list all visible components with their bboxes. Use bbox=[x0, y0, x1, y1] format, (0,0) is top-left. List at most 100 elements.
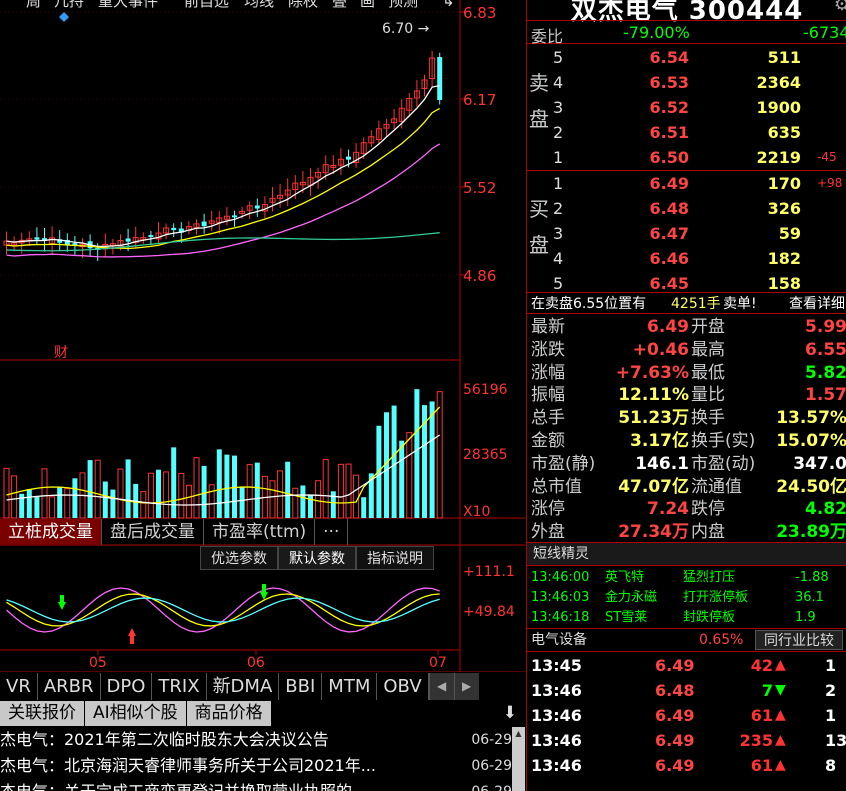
quote-value: 24.50亿 bbox=[776, 476, 846, 497]
arrow-down-icon: ▼ bbox=[775, 682, 786, 698]
quote-label: 开盘 bbox=[691, 317, 725, 337]
order-book-row[interactable]: 4 6.46 182 bbox=[527, 246, 846, 271]
book-level: 2 bbox=[553, 123, 564, 142]
quote-value: 23.89万 bbox=[776, 522, 846, 543]
book-price: 6.52 bbox=[649, 98, 689, 117]
short-line-value: -1.88 bbox=[795, 570, 829, 585]
short-line-item[interactable]: 13:46:18 ST雪莱 封跌停板 1.9 bbox=[527, 608, 846, 628]
order-book-row[interactable]: 2 6.51 635 bbox=[527, 120, 846, 145]
download-icon[interactable]: ⬇ bbox=[495, 701, 525, 726]
tab-vr[interactable]: VR bbox=[0, 673, 38, 700]
book-price: 6.49 bbox=[649, 174, 689, 193]
news-list: 杰电气：2021年第二次临时股东大会决议公告 06-29 杰电气：北京海润天睿律… bbox=[0, 727, 512, 791]
tab-arbr[interactable]: ARBR bbox=[38, 673, 101, 700]
volume-bar bbox=[193, 457, 200, 519]
tab-dpo[interactable]: DPO bbox=[101, 673, 153, 700]
indicator-help-button[interactable]: 指标说明 bbox=[356, 546, 434, 570]
order-book-row[interactable]: 3 6.47 59 bbox=[527, 221, 846, 246]
volume-bar bbox=[41, 468, 48, 519]
quote-value: 15.07% bbox=[776, 430, 846, 451]
tick-price: 6.49 bbox=[655, 731, 695, 750]
quote-label: 市盈(静) bbox=[531, 453, 596, 474]
tab-trix[interactable]: TRIX bbox=[152, 673, 207, 700]
quote-value: 5.82 bbox=[805, 362, 846, 383]
list-item[interactable]: 杰电气：2021年第二次临时股东大会决议公告 06-29 bbox=[0, 727, 512, 753]
alert-amount: 4251手 bbox=[671, 296, 721, 312]
industry-compare-button[interactable]: 同行业比较 bbox=[755, 630, 843, 650]
gear-icon[interactable]: ⚙ bbox=[834, 0, 846, 15]
tab-after-hours-volume[interactable]: 盘后成交量 bbox=[102, 519, 204, 545]
list-item[interactable]: 杰电气：北京海润天睿律师事务所关于公司2021年... 06-29 bbox=[0, 753, 512, 779]
volume-bar bbox=[436, 391, 443, 519]
tab-new-dma[interactable]: 新DMA bbox=[207, 673, 280, 700]
weibi-row: 委比 -79.00% -6734 bbox=[527, 20, 846, 46]
volume-bar bbox=[429, 401, 435, 518]
tab-bbi[interactable]: BBI bbox=[279, 673, 323, 700]
tab-lizhuang-volume[interactable]: 立桩成交量 bbox=[0, 519, 102, 545]
book-volume: 1900 bbox=[756, 98, 801, 117]
order-book-row[interactable]: 5 6.54 511 bbox=[527, 45, 846, 70]
order-book-row[interactable]: 4 6.53 2364 bbox=[527, 70, 846, 95]
news-scrollbar[interactable]: ▲ bbox=[512, 727, 525, 791]
candle-body bbox=[437, 56, 443, 100]
short-line-item[interactable]: 13:46:00 英飞特 猛烈打压 -1.88 bbox=[527, 568, 846, 588]
candle-body bbox=[201, 221, 207, 227]
scroll-up-icon[interactable]: ▲ bbox=[514, 729, 523, 739]
candle-body bbox=[232, 215, 237, 218]
short-line-time: 13:46:18 bbox=[531, 610, 590, 625]
arrow-up-icon: ▲ bbox=[775, 657, 786, 673]
quote-label: 市盈(动) bbox=[691, 453, 756, 474]
volume-bar bbox=[330, 491, 336, 518]
short-line-header[interactable]: 短线精灵 bbox=[527, 542, 846, 566]
quote-label: 振幅 bbox=[531, 385, 565, 406]
chart-area[interactable]: 6.83 6.17 5.52 4.86 56196 28365 X10 +111.1 +49.8… bbox=[0, 0, 525, 673]
finance-marker: 财 bbox=[54, 345, 68, 361]
toolbar-item: 几持 bbox=[54, 0, 84, 10]
big-order-alert[interactable]: 在卖盘6.55位置有 4251手 卖单! 查看详细 bbox=[527, 292, 846, 314]
book-change: +98 bbox=[817, 176, 843, 190]
tick-volume: 7 bbox=[761, 681, 773, 700]
quote-label: 最新 bbox=[531, 317, 565, 337]
volume-bar bbox=[171, 447, 177, 518]
scroll-right-icon[interactable]: ▶ bbox=[453, 673, 479, 700]
list-item[interactable]: 杰电气：关于完成工商变更登记并换取营业执照的 06-29 bbox=[0, 779, 512, 791]
order-book-row[interactable]: 1 6.50 2219 -45 bbox=[527, 145, 846, 170]
tab-ai-similar[interactable]: AI相似个股 bbox=[85, 701, 187, 726]
kline-chart[interactable]: 6.83 6.17 5.52 4.86 56196 28365 X10 +111.1 +49.8… bbox=[0, 0, 525, 673]
tick-volume: 42 bbox=[750, 656, 773, 675]
news-title[interactable]: 杰电气：关于完成工商变更登记并换取营业执照的 bbox=[0, 779, 460, 791]
tab-mtm[interactable]: MTM bbox=[322, 673, 378, 700]
news-title[interactable]: 杰电气：2021年第二次临时股东大会决议公告 bbox=[0, 727, 460, 753]
default-params-button[interactable]: 默认参数 bbox=[278, 546, 356, 570]
weibi-label: 委比 bbox=[531, 27, 564, 46]
quote-label: 涨幅 bbox=[531, 362, 565, 383]
indicator-axis-label: +49.84 bbox=[463, 604, 515, 620]
tab-related-quotes[interactable]: 关联报价 bbox=[0, 701, 85, 726]
volume-bar bbox=[308, 494, 313, 518]
short-line-item[interactable]: 13:46:03 金力永磁 打开涨停板 36.1 bbox=[527, 588, 846, 608]
tab-pe-ttm[interactable]: 市盈率(ttm) bbox=[204, 519, 316, 545]
optimal-params-button[interactable]: 优选参数 bbox=[200, 546, 278, 570]
view-detail-link[interactable]: 查看详细 bbox=[789, 293, 845, 315]
tab-obv[interactable]: OBV bbox=[377, 673, 429, 700]
scroll-left-icon[interactable]: ◀ bbox=[428, 673, 454, 700]
volume-bar bbox=[269, 480, 276, 519]
book-volume: 326 bbox=[767, 199, 801, 218]
order-book-row[interactable]: 2 6.48 326 bbox=[527, 196, 846, 221]
tab-more[interactable]: ··· bbox=[315, 519, 349, 545]
indicator-line bbox=[6, 597, 440, 623]
book-volume: 59 bbox=[778, 224, 801, 243]
tick-price: 6.49 bbox=[655, 656, 695, 675]
quote-row: 最新 6.49 开盘 5.99 bbox=[527, 316, 846, 339]
book-volume: 2364 bbox=[756, 73, 801, 92]
news-title[interactable]: 杰电气：北京海润天睿律师事务所关于公司2021年... bbox=[0, 753, 460, 779]
volume-bar bbox=[102, 481, 108, 518]
order-book-row[interactable]: 3 6.52 1900 bbox=[527, 95, 846, 120]
volume-bar bbox=[185, 484, 192, 519]
tab-commodity-price[interactable]: 商品价格 bbox=[186, 701, 272, 726]
param-bar: 优选参数 默认参数 指标说明 bbox=[200, 546, 434, 570]
order-book-row[interactable]: 1 6.49 170 +98 bbox=[527, 171, 846, 196]
tick-row: 13:46 6.48 7 ▼ 2 bbox=[527, 678, 846, 703]
tick-time: 13:46 bbox=[531, 731, 582, 750]
tick-row: 13:46 6.49 235 ▲ 13 bbox=[527, 728, 846, 753]
